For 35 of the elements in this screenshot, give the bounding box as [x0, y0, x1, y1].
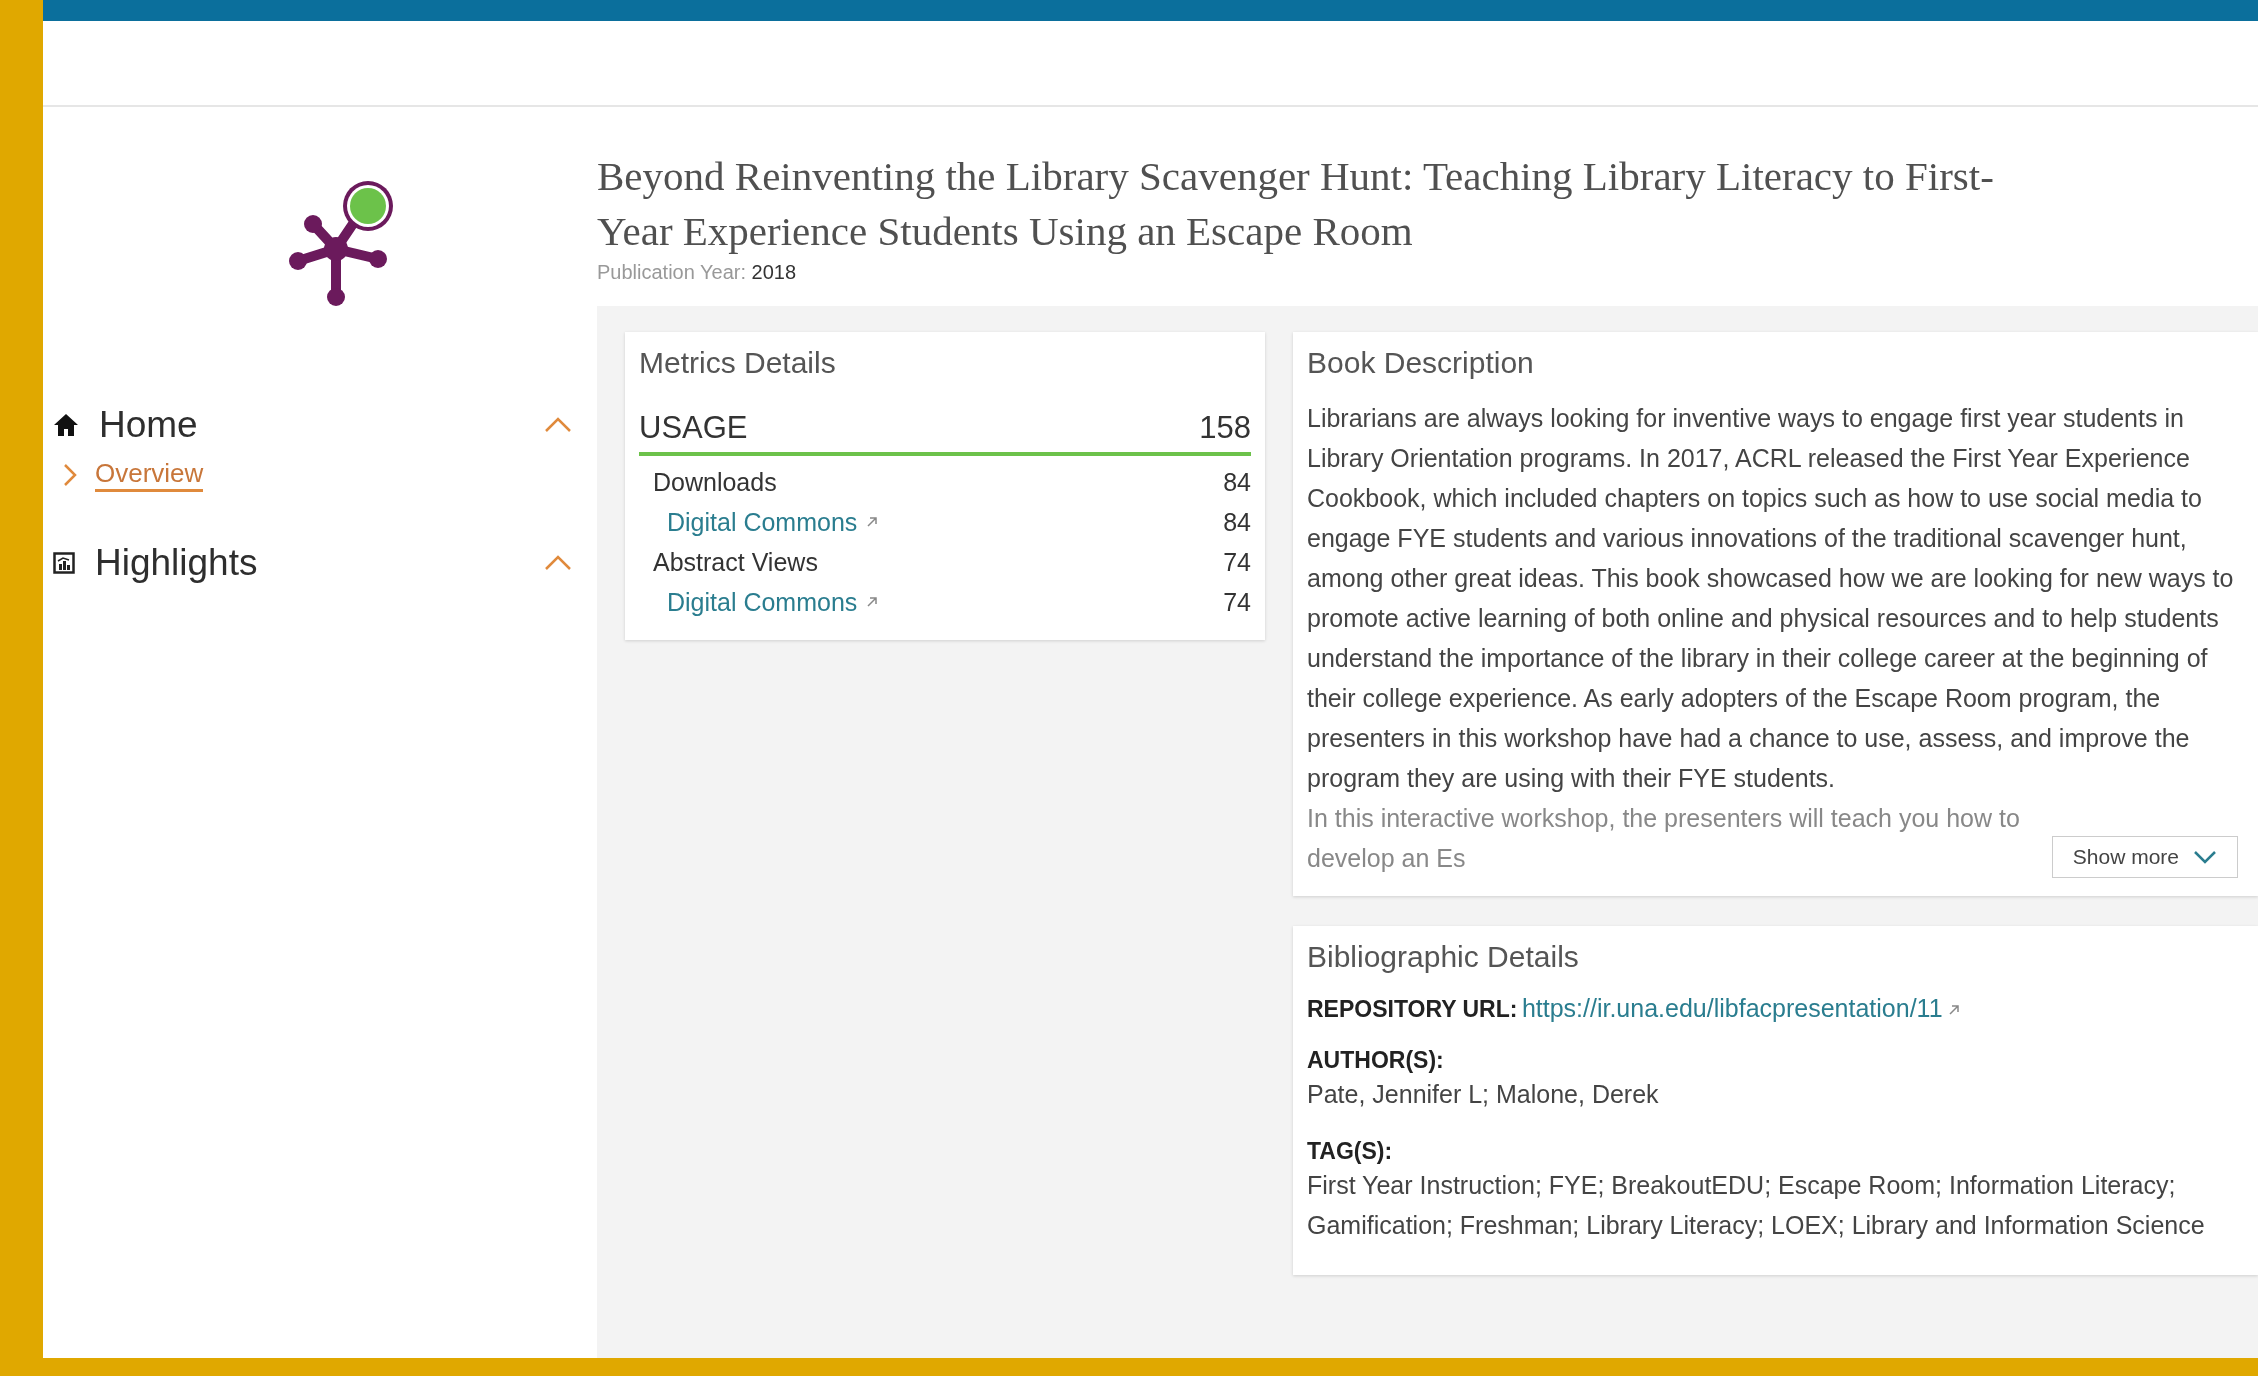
show-more-button[interactable]: Show more [2051, 836, 2238, 878]
chart-icon [53, 552, 75, 574]
metric-label: Abstract Views [653, 547, 818, 577]
repository-link[interactable]: https://ir.una.edu/libfacpresentation/11 [1521, 994, 1943, 1022]
metric-value: 84 [1223, 507, 1251, 537]
year-value: 2018 [751, 261, 797, 283]
external-link-icon [865, 595, 880, 609]
publication-title: Beyond Reinventing the Library Scavenger Hunt: Teaching Library Literacy to First-Year Experience Students Using an Escape Room [597, 152, 1995, 256]
source-link[interactable]: Digital Commons [667, 507, 880, 537]
chevron-down-icon [2193, 849, 2217, 865]
source-link[interactable]: Digital Commons [667, 587, 880, 617]
card-title: Metrics Details [639, 346, 837, 380]
field-value: Pate, Jennifer L; Malone, Derek [1307, 1079, 1660, 1110]
nav-heading[interactable]: Highlights [95, 542, 523, 584]
field-label: TAG(S): [1307, 1138, 1393, 1164]
external-link-icon [865, 515, 880, 529]
description-text: Librarians are always looking for inventive ways to engage first year students in Library Orientation programs. In 2017, ACRL released the First Year Experience Cookbook, which included chapters on topics such as how to use social media to engage FYE students and various innovations of the traditional scavenger hunt, among other great ideas. This book showcased how we are looking for new ways to promote active learning of both online and physical resources and to help students understand the importance of the library in their college career at the beginning of their college experience. As early adopters of the Escape Room program, the presenters in this workshop have had a chance to use, assess, and improve the program they are using with their FYE students. [1307, 403, 2235, 794]
metric-value: 84 [1223, 467, 1251, 497]
metric-value: 74 [1223, 587, 1251, 617]
home-icon [53, 413, 79, 437]
field-label: REPOSITORY URL: [1307, 996, 1518, 1022]
external-link-icon [1947, 1003, 1961, 1017]
usage-value: 158 [1199, 410, 1251, 446]
metric-value: 74 [1223, 547, 1251, 577]
metric-label: Downloads [653, 467, 777, 497]
card-title: Book Description [1307, 346, 1535, 380]
field-value: First Year Instruction; FYE; BreakoutEDU; Escape Room; Information Literacy; Gamification; Freshman; Library Literacy; LOEX; Library and Information Science [1307, 1170, 2206, 1241]
card-title: Bibliographic Details [1307, 940, 1580, 974]
year-label: Publication Year: [597, 261, 746, 283]
nav-heading[interactable]: Home [99, 404, 523, 446]
description-text: In this interactive workshop, the presenters will teach you how to develop an Es [1307, 803, 2021, 874]
field-label: AUTHOR(S): [1307, 1047, 1444, 1073]
nav-link[interactable]: Overview [95, 458, 204, 492]
usage-label: USAGE [639, 410, 748, 446]
chevron-right-icon [63, 463, 77, 487]
